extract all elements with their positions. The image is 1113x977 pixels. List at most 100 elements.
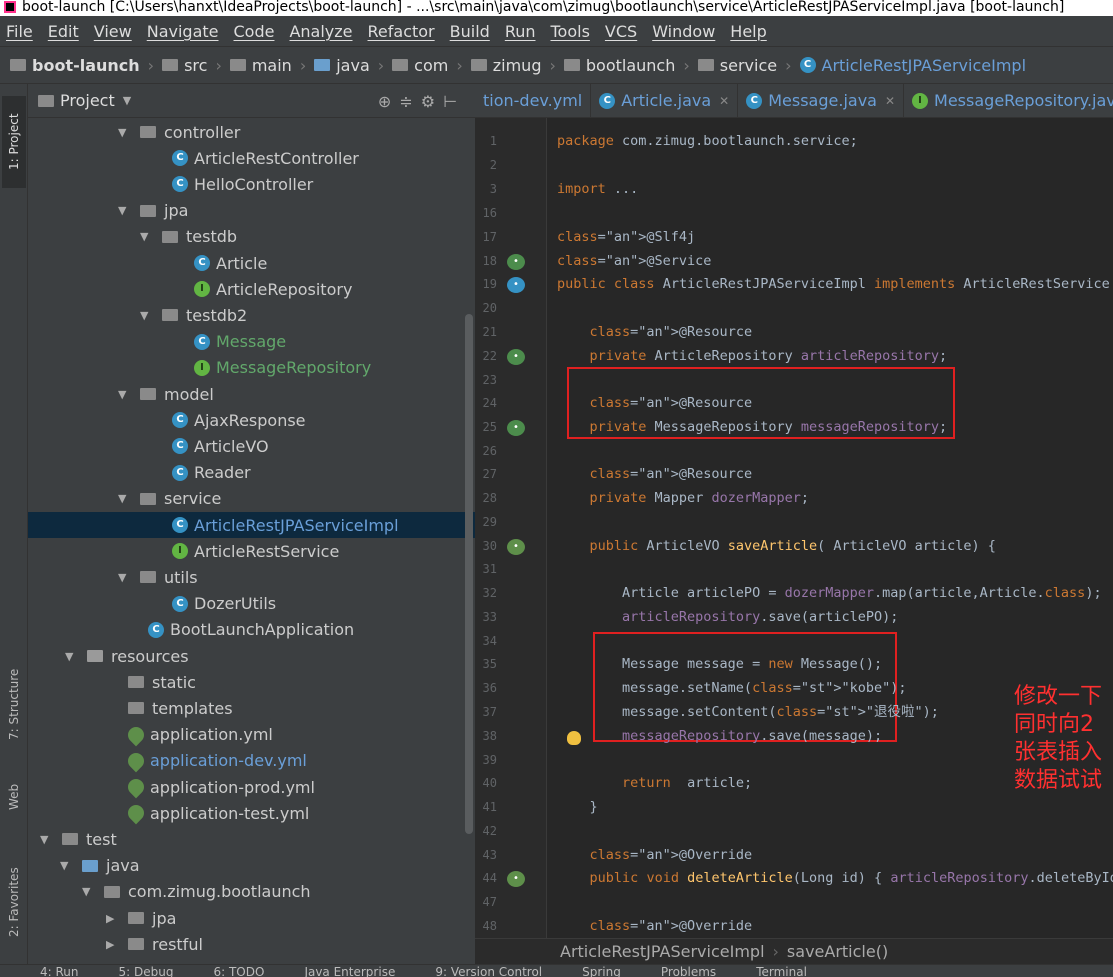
tool-window-button[interactable]: Java Enterprise bbox=[304, 965, 395, 977]
editor-tab[interactable]: C Article.java ✕ bbox=[591, 84, 739, 117]
menu-build[interactable]: Build bbox=[450, 22, 490, 41]
breadcrumb-item[interactable]: zimug bbox=[470, 56, 541, 75]
breadcrumb-item[interactable]: C ArticleRestJPAServiceImpl bbox=[799, 56, 1026, 75]
tree-item-folder[interactable]: ▼ test bbox=[28, 826, 475, 852]
tree-item-interface[interactable]: I ArticleRepository bbox=[28, 276, 475, 302]
tool-tab-project[interactable]: 1: Project bbox=[2, 96, 26, 188]
tree-item-folder[interactable]: ▶ restful bbox=[28, 931, 475, 957]
breadcrumb-item[interactable]: com bbox=[392, 56, 448, 75]
expand-arrow-icon[interactable]: ▼ bbox=[118, 571, 132, 584]
tree-item-yml[interactable]: application-prod.yml bbox=[28, 774, 475, 800]
menu-edit[interactable]: Edit bbox=[48, 22, 79, 41]
bean-icon[interactable]: • bbox=[507, 277, 525, 293]
tree-item-folder[interactable]: ▼ java bbox=[28, 853, 475, 879]
code-line: class="an">@Resource bbox=[589, 324, 753, 340]
expand-arrow-icon[interactable]: ▼ bbox=[118, 388, 132, 401]
tree-item-interface[interactable]: I ArticleRestService bbox=[28, 538, 475, 564]
autowired-icon[interactable]: • bbox=[507, 420, 525, 436]
autowired-icon[interactable]: • bbox=[507, 349, 525, 365]
tree-item-folder[interactable]: ▼ testdb2 bbox=[28, 302, 475, 328]
tree-item-folder[interactable]: ▼ testdb bbox=[28, 224, 475, 250]
project-panel-title[interactable]: Project bbox=[60, 91, 115, 110]
tool-tab-structure[interactable]: 7: Structure bbox=[2, 649, 26, 759]
close-icon[interactable]: ✕ bbox=[719, 94, 729, 108]
menu-navigate[interactable]: Navigate bbox=[147, 22, 219, 41]
tree-item-class[interactable]: C Article bbox=[28, 250, 475, 276]
tool-tab-web[interactable]: Web bbox=[2, 772, 26, 822]
tool-window-button[interactable]: 4: Run bbox=[40, 965, 79, 977]
tool-window-button[interactable]: Problems bbox=[661, 965, 716, 977]
breadcrumb-item[interactable]: boot-launch bbox=[10, 56, 140, 75]
tree-item-folder[interactable]: ▼ jpa bbox=[28, 198, 475, 224]
tool-window-button[interactable]: 6: TODO bbox=[213, 965, 264, 977]
expand-arrow-icon[interactable]: ▼ bbox=[40, 833, 54, 846]
breadcrumb-item[interactable]: java bbox=[314, 56, 370, 75]
project-panel-tools[interactable]: ⊕≑⚙⊢ bbox=[378, 92, 465, 111]
expand-arrow-icon[interactable]: ▼ bbox=[140, 309, 154, 322]
breadcrumb-item[interactable]: bootlaunch bbox=[563, 56, 675, 75]
expand-arrow-icon[interactable]: ▼ bbox=[118, 126, 132, 139]
tree-item-class[interactable]: C HelloController bbox=[28, 171, 475, 197]
tree-item-class[interactable]: C Reader bbox=[28, 460, 475, 486]
expand-arrow-icon[interactable]: ▼ bbox=[118, 492, 132, 505]
tool-tab-favorites[interactable]: 2: Favorites bbox=[2, 852, 26, 952]
tree-item-yml[interactable]: application-test.yml bbox=[28, 800, 475, 826]
tree-item-folder[interactable]: ▼ utils bbox=[28, 564, 475, 590]
tree-item-class[interactable]: C ArticleVO bbox=[28, 433, 475, 459]
tool-window-button[interactable]: 5: Debug bbox=[119, 965, 174, 977]
tree-item-class[interactable]: C DozerUtils bbox=[28, 591, 475, 617]
tree-item-folder[interactable]: ▼ resources bbox=[28, 643, 475, 669]
menu-help[interactable]: Help bbox=[730, 22, 766, 41]
chevron-down-icon[interactable]: ▼ bbox=[123, 94, 131, 107]
menu-run[interactable]: Run bbox=[505, 22, 536, 41]
tree-item-yml[interactable]: application-dev.yml bbox=[28, 748, 475, 774]
tree-item-class[interactable]: C AjaxResponse bbox=[28, 407, 475, 433]
expand-arrow-icon[interactable]: ▼ bbox=[118, 204, 132, 217]
tool-window-button[interactable]: Terminal bbox=[756, 965, 807, 977]
expand-arrow-icon[interactable]: ▼ bbox=[60, 859, 74, 872]
menu-refactor[interactable]: Refactor bbox=[368, 22, 435, 41]
tree-item-folder[interactable]: ▶ jpa bbox=[28, 905, 475, 931]
editor-tab[interactable]: I MessageRepository.java bbox=[904, 84, 1113, 117]
override-icon[interactable]: • bbox=[507, 871, 525, 887]
breadcrumb-item[interactable]: src bbox=[162, 56, 207, 75]
menu-analyze[interactable]: Analyze bbox=[289, 22, 352, 41]
tool-window-button[interactable]: Spring bbox=[582, 965, 621, 977]
menu-vcs[interactable]: VCS bbox=[605, 22, 637, 41]
breadcrumb-item[interactable]: service bbox=[697, 56, 777, 75]
tree-item-folder[interactable]: static bbox=[28, 669, 475, 695]
expand-arrow-icon[interactable]: ▼ bbox=[82, 885, 96, 898]
tree-item-class[interactable]: C ArticleRestJPAServiceImpl bbox=[28, 512, 475, 538]
override-icon[interactable]: • bbox=[507, 539, 525, 555]
tree-item-class[interactable]: C BootLaunchApplication bbox=[28, 617, 475, 643]
implemented-icon[interactable]: • bbox=[507, 254, 525, 270]
tree-item-folder[interactable]: ▼ controller bbox=[28, 119, 475, 145]
expand-arrow-icon[interactable]: ▶ bbox=[106, 938, 120, 951]
expand-arrow-icon[interactable]: ▶ bbox=[106, 912, 120, 925]
tree-item-interface[interactable]: I MessageRepository bbox=[28, 355, 475, 381]
tree-item-folder[interactable]: templates bbox=[28, 695, 475, 721]
breadcrumb-item[interactable]: main bbox=[229, 56, 292, 75]
expand-arrow-icon[interactable]: ▼ bbox=[65, 650, 79, 663]
tree-item-yml[interactable]: application.yml bbox=[28, 722, 475, 748]
close-icon[interactable]: ✕ bbox=[885, 94, 895, 108]
tree-item-class[interactable]: C Message bbox=[28, 329, 475, 355]
editor-tab[interactable]: tion-dev.yml bbox=[475, 84, 592, 117]
tool-window-button[interactable]: 9: Version Control bbox=[435, 965, 542, 977]
tree-item-folder[interactable]: ▼ com.zimug.bootlaunch bbox=[28, 879, 475, 905]
menu-code[interactable]: Code bbox=[234, 22, 275, 41]
editor-breadcrumb-item[interactable]: ArticleRestJPAServiceImpl bbox=[560, 942, 765, 961]
menu-tools[interactable]: Tools bbox=[551, 22, 590, 41]
menu-file[interactable]: File bbox=[6, 22, 33, 41]
expand-arrow-icon[interactable]: ▼ bbox=[140, 230, 154, 243]
code-view[interactable]: 修改一下 同时向2张表插入 数据试试 package com.zimug.bootl… bbox=[557, 118, 1113, 938]
editor-breadcrumb-item[interactable]: saveArticle() bbox=[787, 942, 888, 961]
tree-item-folder[interactable]: ▼ model bbox=[28, 381, 475, 407]
menu-window[interactable]: Window bbox=[652, 22, 715, 41]
editor-tab[interactable]: C Message.java ✕ bbox=[738, 84, 905, 117]
project-scrollbar[interactable] bbox=[465, 314, 473, 834]
class-icon: C bbox=[746, 92, 763, 109]
menu-view[interactable]: View bbox=[94, 22, 132, 41]
tree-item-class[interactable]: C ArticleRestController bbox=[28, 145, 475, 171]
tree-item-folder[interactable]: ▼ service bbox=[28, 486, 475, 512]
